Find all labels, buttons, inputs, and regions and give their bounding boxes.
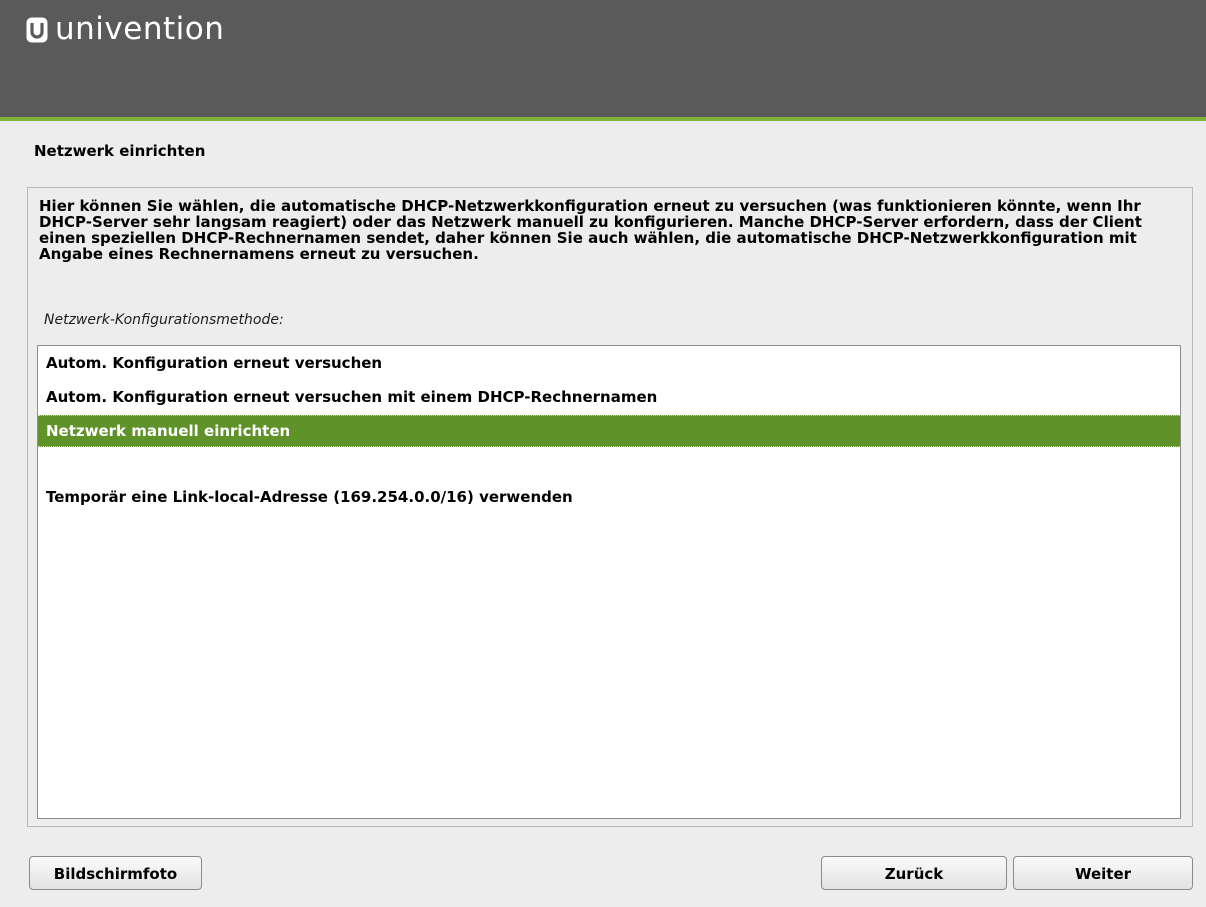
- list-item-link-local[interactable]: Temporär eine Link-local-Adresse (169.25…: [38, 481, 1180, 513]
- logo-text: univention: [55, 11, 225, 47]
- method-label: Netzwerk-Konfigurationsmethode:: [44, 312, 284, 328]
- next-button[interactable]: Weiter: [1013, 856, 1193, 890]
- univention-logo: univention: [26, 14, 224, 45]
- dialog-panel: Hier können Sie wählen, die automatische…: [27, 187, 1193, 827]
- univention-logo-icon: [26, 17, 48, 42]
- list-item-retry-autoconfig[interactable]: Autom. Konfiguration erneut versuchen: [38, 347, 1180, 379]
- network-method-listbox[interactable]: Autom. Konfiguration erneut versuchen Au…: [37, 345, 1181, 819]
- description-text: Hier können Sie wählen, die automatische…: [39, 197, 1142, 263]
- page-title: Netzwerk einrichten: [34, 142, 206, 160]
- list-item-empty[interactable]: [38, 449, 1180, 481]
- back-button[interactable]: Zurück: [821, 856, 1007, 890]
- header-bar: univention: [0, 0, 1206, 121]
- list-item-manual-config[interactable]: Netzwerk manuell einrichten: [38, 415, 1180, 447]
- screenshot-button[interactable]: Bildschirmfoto: [29, 856, 202, 890]
- list-item-retry-with-hostname[interactable]: Autom. Konfiguration erneut versuchen mi…: [38, 381, 1180, 413]
